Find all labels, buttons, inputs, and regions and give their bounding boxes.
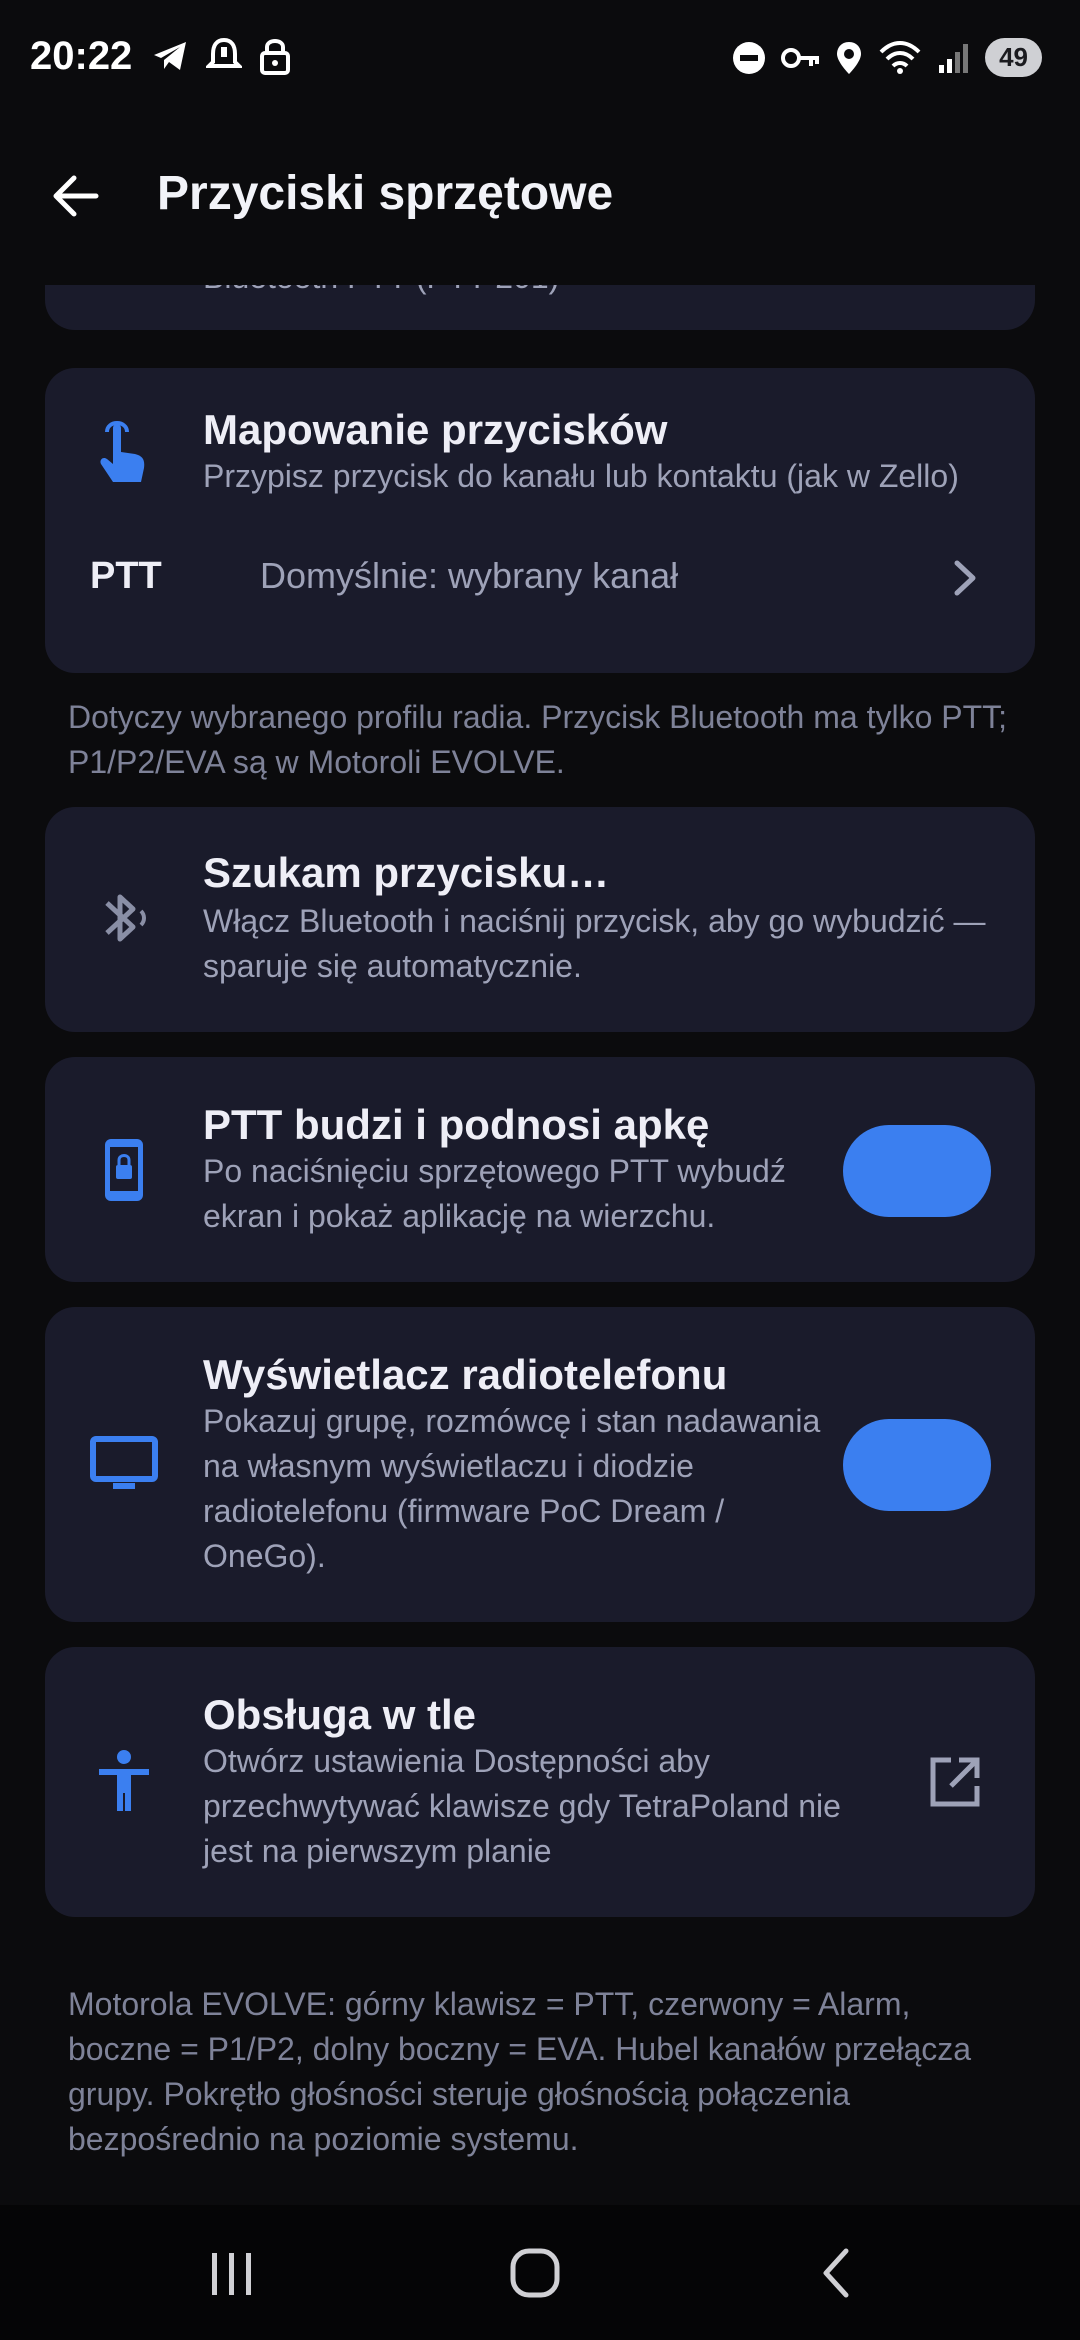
dnd-icon bbox=[733, 41, 766, 74]
battery-indicator: 49 bbox=[985, 38, 1042, 77]
wake-toggle[interactable] bbox=[843, 1125, 991, 1217]
bluetooth-device-label: Bluetooth PTT (PTT 201) bbox=[203, 285, 843, 300]
search-subtitle: Włącz Bluetooth i naciśnij przycisk, aby… bbox=[203, 903, 986, 984]
monitor-icon bbox=[90, 1436, 158, 1489]
status-time: 20:22 bbox=[30, 34, 133, 78]
accessibility-icon bbox=[99, 1750, 149, 1811]
app-bar: Przyciski sprzętowe bbox=[0, 140, 1080, 250]
home-icon[interactable] bbox=[505, 2243, 565, 2303]
back-arrow-icon[interactable] bbox=[46, 166, 106, 226]
back-icon[interactable] bbox=[808, 2243, 868, 2303]
settings-list[interactable]: Bluetooth PTT (PTT 201) Mapowanie przyci… bbox=[0, 285, 1080, 2205]
wake-subtitle: Po naciśnięciu sprzętowego PTT wybudź ek… bbox=[203, 1153, 786, 1234]
open-external-icon[interactable] bbox=[925, 1752, 985, 1812]
recent-apps-icon[interactable] bbox=[202, 2243, 262, 2303]
background-service-card[interactable]: Obsługa w tle Otwórz ustawienia Dostępno… bbox=[45, 1647, 1035, 1917]
ptt-mapping-row[interactable]: PTT Domyślnie: wybrany kanał bbox=[45, 533, 1035, 623]
page-title: Przyciski sprzętowe bbox=[157, 167, 614, 220]
phone-lock-icon bbox=[105, 1139, 143, 1201]
ptt-mapping-label: PTT bbox=[90, 555, 162, 597]
bluetooth-search-card[interactable]: Szukam przycisku… Włącz Bluetooth i naci… bbox=[45, 807, 1035, 1032]
bluetooth-device-card[interactable]: Bluetooth PTT (PTT 201) bbox=[45, 285, 1035, 330]
wifi-icon bbox=[879, 40, 921, 74]
status-right-icons: 49 bbox=[731, 38, 1042, 77]
ptt-mapping-value: Domyślnie: wybrany kanał bbox=[260, 555, 679, 596]
telegram-icon bbox=[154, 42, 186, 70]
mapping-subtitle: Przypisz przycisk do kanału lub kontaktu… bbox=[203, 458, 959, 494]
status-bar: 20:22 49 bbox=[0, 0, 1080, 120]
wake-title: PTT budzi i podnosi apkę bbox=[203, 1101, 710, 1148]
location-icon bbox=[837, 41, 862, 74]
signal-icon bbox=[939, 43, 969, 73]
radio-display-card[interactable]: Wyświetlacz radiotelefonu Pokazuj grupę,… bbox=[45, 1307, 1035, 1622]
background-title: Obsługa w tle bbox=[203, 1691, 477, 1738]
display-title: Wyświetlacz radiotelefonu bbox=[203, 1351, 728, 1398]
vpn-key-icon bbox=[781, 47, 820, 68]
ptt-wake-card[interactable]: PTT budzi i podnosi apkę Po naciśnięciu … bbox=[45, 1057, 1035, 1282]
alarm-icon bbox=[206, 37, 242, 68]
touch-icon bbox=[100, 421, 145, 482]
display-subtitle: Pokazuj grupę, rozmówcę i stan nadawania… bbox=[203, 1403, 821, 1574]
system-nav-bar bbox=[0, 2205, 1080, 2340]
chevron-right-icon bbox=[954, 560, 976, 596]
bluetooth-searching-icon bbox=[105, 894, 146, 942]
background-subtitle: Otwórz ustawienia Dostępności aby przech… bbox=[203, 1743, 841, 1869]
profile-note: Dotyczy wybranego profilu radia. Przycis… bbox=[68, 699, 1008, 780]
status-left-icons bbox=[150, 36, 292, 76]
lock-icon bbox=[260, 39, 290, 75]
search-title: Szukam przycisku… bbox=[203, 849, 610, 896]
button-mapping-card: Mapowanie przycisków Przypisz przycisk d… bbox=[45, 368, 1035, 673]
display-toggle[interactable] bbox=[843, 1419, 991, 1511]
mapping-title: Mapowanie przycisków bbox=[203, 406, 668, 453]
evolve-note: Motorola EVOLVE: górny klawisz = PTT, cz… bbox=[68, 1986, 972, 2157]
